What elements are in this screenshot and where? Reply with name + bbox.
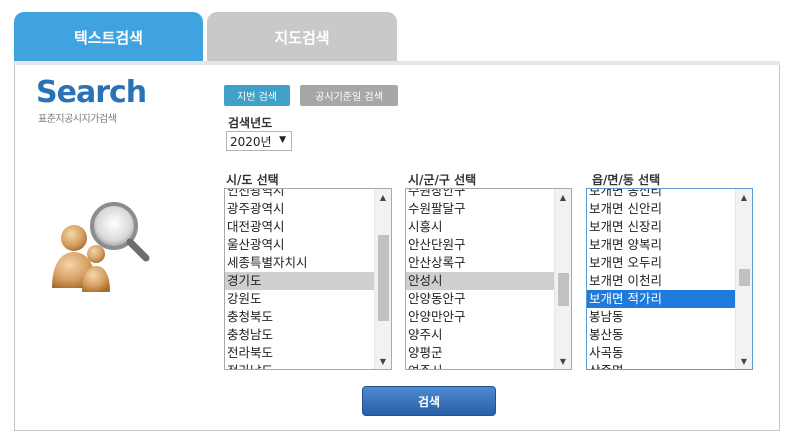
scroll-down-icon[interactable]: ▼ <box>555 353 571 369</box>
list-item[interactable]: 보개면 동신리 <box>587 189 735 200</box>
person-magnifier-icon <box>52 202 150 292</box>
year-select[interactable]: 2020년 ▼ <box>226 131 292 151</box>
year-value: 2020년 <box>230 134 272 149</box>
sido-scroll-thumb[interactable] <box>378 235 389 321</box>
list-item[interactable]: 봉남동 <box>587 308 735 326</box>
list-item[interactable]: 전라남도 <box>225 362 374 369</box>
list-item[interactable]: 양평군 <box>406 344 554 362</box>
sido-label: 시/도 선택 <box>226 173 279 187</box>
tab-text-search[interactable]: 텍스트검색 <box>14 12 203 62</box>
search-logo: Search <box>36 75 147 110</box>
list-item[interactable]: 광주광역시 <box>225 200 374 218</box>
list-item[interactable]: 안성시 <box>406 272 554 290</box>
eupmyeondong-label: 읍/면/동 선택 <box>592 173 661 187</box>
list-item[interactable]: 보개면 신장리 <box>587 218 735 236</box>
sido-listbox[interactable]: 인천광역시 광주광역시 대전광역시 울산광역시 세종특별자치시 경기도 강원도 충청북도 충청남… <box>224 188 392 370</box>
eupmyeondong-scroll-thumb[interactable] <box>739 269 750 286</box>
list-item[interactable]: 보개면 이천리 <box>587 272 735 290</box>
list-item[interactable]: 전라북도 <box>225 344 374 362</box>
list-item[interactable]: 안양동안구 <box>406 290 554 308</box>
scroll-up-icon[interactable]: ▲ <box>555 189 571 205</box>
list-item[interactable]: 보개면 양복리 <box>587 236 735 254</box>
list-item[interactable]: 인천광역시 <box>225 189 374 200</box>
sigungu-listbox[interactable]: 수원장안구 수원팔달구 시흥시 안산단원구 안산상록구 안성시 안양동안구 안양만안구 양주시 양… <box>405 188 572 370</box>
list-item[interactable]: 삼죽면 <box>587 362 735 369</box>
list-item[interactable]: 울산광역시 <box>225 236 374 254</box>
list-item[interactable]: 대전광역시 <box>225 218 374 236</box>
list-item[interactable]: 수원팔달구 <box>406 200 554 218</box>
scroll-up-icon[interactable]: ▲ <box>736 189 752 205</box>
list-item[interactable]: 수원장안구 <box>406 189 554 200</box>
scroll-down-icon[interactable]: ▼ <box>736 353 752 369</box>
sigungu-scrollbar[interactable]: ▲ ▼ <box>554 189 571 369</box>
list-item[interactable]: 사곡동 <box>587 344 735 362</box>
sigungu-label: 시/군/구 선택 <box>408 173 477 187</box>
panel-top-border <box>14 61 780 65</box>
list-item[interactable]: 보개면 적가리 <box>587 290 735 308</box>
list-item[interactable]: 시흥시 <box>406 218 554 236</box>
list-item[interactable]: 충청남도 <box>225 326 374 344</box>
lot-number-search-button[interactable]: 지번 검색 <box>224 85 290 106</box>
scroll-up-icon[interactable]: ▲ <box>375 189 391 205</box>
list-item[interactable]: 여주시 <box>406 362 554 369</box>
list-item[interactable]: 봉산동 <box>587 326 735 344</box>
search-submit-button[interactable]: 검색 <box>362 386 496 416</box>
eupmyeondong-scrollbar[interactable]: ▲ ▼ <box>735 189 752 369</box>
search-logo-subtitle: 표준지공시지가검색 <box>38 114 117 125</box>
sigungu-scroll-thumb[interactable] <box>558 273 569 306</box>
list-item[interactable]: 안양만안구 <box>406 308 554 326</box>
list-item[interactable]: 강원도 <box>225 290 374 308</box>
dropdown-arrow-icon: ▼ <box>279 135 286 145</box>
list-item[interactable]: 세종특별자치시 <box>225 254 374 272</box>
list-item[interactable]: 경기도 <box>225 272 374 290</box>
tab-map-search[interactable]: 지도검색 <box>207 12 397 62</box>
scroll-down-icon[interactable]: ▼ <box>375 353 391 369</box>
year-label: 검색년도 <box>228 116 273 130</box>
sido-scrollbar[interactable]: ▲ ▼ <box>374 189 391 369</box>
list-item[interactable]: 보개면 신안리 <box>587 200 735 218</box>
list-item[interactable]: 보개면 오두리 <box>587 254 735 272</box>
eupmyeondong-listbox[interactable]: 보개면 동신리 보개면 신안리 보개면 신장리 보개면 양복리 보개면 오두리 보개면 이… <box>586 188 753 370</box>
notice-date-search-button[interactable]: 공시기준일 검색 <box>300 85 398 106</box>
list-item[interactable]: 양주시 <box>406 326 554 344</box>
list-item[interactable]: 안산상록구 <box>406 254 554 272</box>
list-item[interactable]: 충청북도 <box>225 308 374 326</box>
list-item[interactable]: 안산단원구 <box>406 236 554 254</box>
